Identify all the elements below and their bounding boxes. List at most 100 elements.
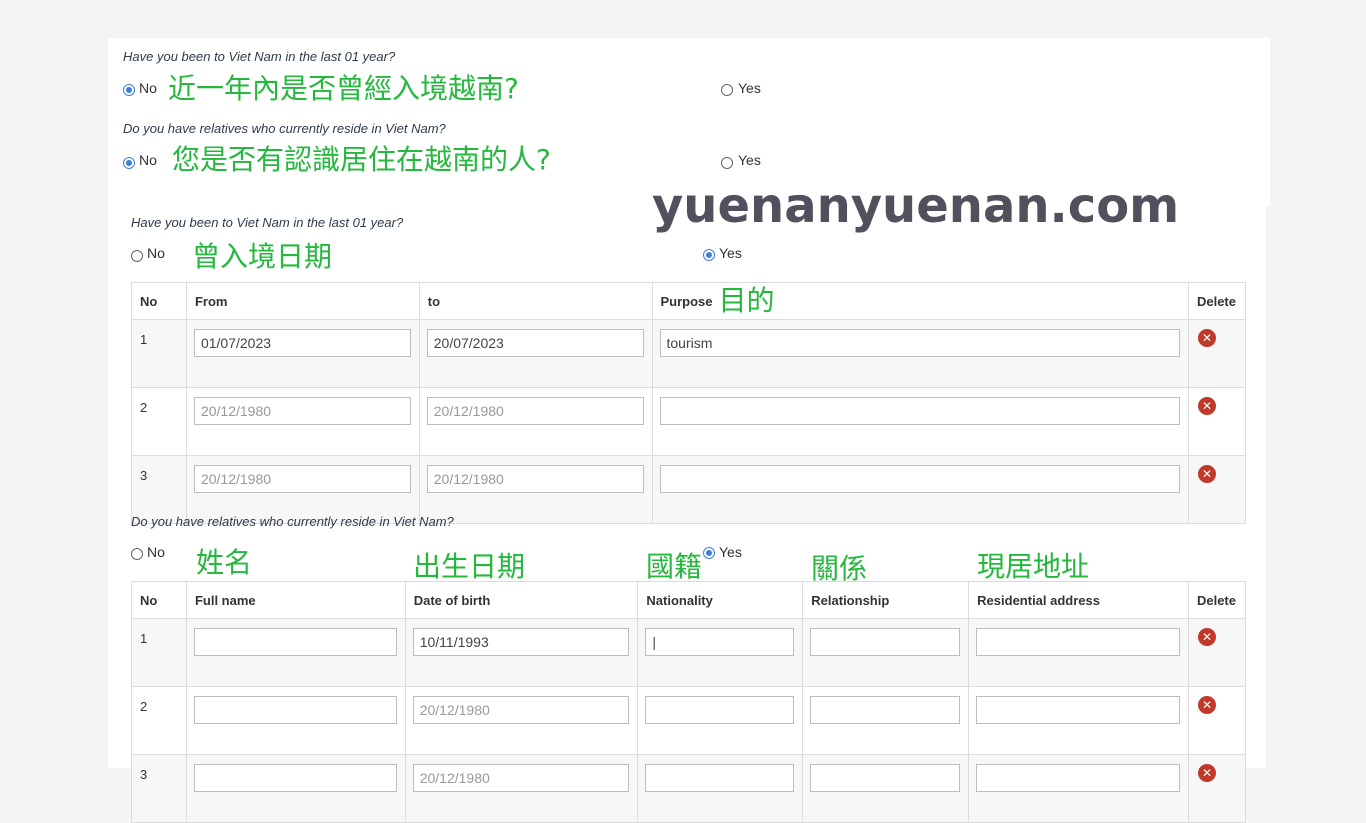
annotation-date-of-birth: 出生日期 — [413, 550, 526, 583]
top-relatives-no-label: No — [139, 152, 157, 168]
top-visited-yes-label: Yes — [738, 80, 761, 96]
nationality-input[interactable] — [645, 764, 795, 792]
top-relatives-yes-label: Yes — [738, 152, 761, 168]
circle-x-icon[interactable]: ✕ — [1197, 397, 1216, 415]
nationality-cell — [637, 754, 804, 823]
visits-table: No From to Purpose目的 Delete 1 ✕ 2 ✕ 3 ✕ — [131, 282, 1247, 524]
visits-no-label: No — [147, 245, 165, 261]
purpose-cell — [651, 455, 1189, 524]
top-visited-yes-radio[interactable] — [721, 84, 733, 96]
col-to: to — [418, 282, 653, 320]
purpose-cell — [651, 319, 1189, 388]
visits-no-radio[interactable] — [131, 250, 143, 262]
col-nationality: Nationality — [637, 581, 804, 619]
visits-question: Have you been to Viet Nam in the last 01… — [131, 215, 404, 230]
visits-yes-radio[interactable] — [703, 249, 715, 261]
to-date-input[interactable] — [426, 329, 644, 357]
col-address: Residential address — [968, 581, 1189, 619]
delete-cell: ✕ — [1187, 319, 1247, 388]
from-date-input[interactable] — [193, 465, 411, 493]
address-cell — [968, 754, 1189, 823]
annotation-address: 現居地址 — [977, 550, 1090, 583]
top-visited-no-radio[interactable] — [123, 84, 135, 96]
purpose-input[interactable] — [659, 329, 1180, 357]
date-of-birth-input[interactable] — [412, 628, 630, 656]
purpose-input[interactable] — [659, 465, 1180, 493]
annotation-relationship: 關係 — [811, 552, 868, 585]
relatives-yes-radio[interactable] — [703, 547, 715, 559]
date-of-birth-input[interactable] — [412, 696, 630, 724]
top-question-relatives: Do you have relatives who currently resi… — [123, 121, 446, 136]
relatives-header-row: No Full name Date of birth Nationality R… — [131, 581, 1247, 619]
relationship-input[interactable] — [810, 628, 961, 656]
full-name-input[interactable] — [193, 764, 397, 792]
table-row: 2 ✕ — [131, 387, 1247, 456]
from-date-input[interactable] — [193, 397, 411, 425]
purpose-input[interactable] — [659, 397, 1180, 425]
from-date-input[interactable] — [193, 329, 411, 357]
col-purpose: Purpose 目的 — [651, 282, 1189, 320]
from-cell — [185, 387, 420, 456]
relationship-input[interactable] — [810, 764, 961, 792]
circle-x-icon[interactable]: ✕ — [1197, 329, 1216, 347]
nationality-input[interactable] — [645, 696, 795, 724]
delete-cell: ✕ — [1187, 686, 1247, 755]
annotation-visited: 近一年內是否曾經入境越南? — [168, 72, 519, 105]
relatives-question: Do you have relatives who currently resi… — [131, 514, 454, 529]
delete-cell: ✕ — [1187, 754, 1247, 823]
row-number: 2 — [131, 387, 187, 456]
table-row: 1 ✕ — [131, 319, 1247, 388]
relationship-input[interactable] — [810, 696, 961, 724]
watermark: yuenanyuenan.com — [652, 178, 1180, 234]
circle-x-icon[interactable]: ✕ — [1197, 696, 1216, 714]
to-date-input[interactable] — [426, 397, 644, 425]
dob-cell — [404, 686, 639, 755]
from-cell — [185, 319, 420, 388]
annotation-relatives: 您是否有認識居住在越南的人? — [172, 143, 551, 176]
row-number: 3 — [131, 754, 187, 823]
row-number: 1 — [131, 618, 187, 687]
top-relatives-yes-radio[interactable] — [721, 157, 733, 169]
circle-x-icon[interactable]: ✕ — [1197, 764, 1216, 782]
row-number: 2 — [131, 686, 187, 755]
relatives-no-radio[interactable] — [131, 548, 143, 560]
relationship-cell — [802, 686, 970, 755]
table-row: 1 ✕ — [131, 618, 1247, 687]
address-input[interactable] — [976, 764, 1180, 792]
relatives-yes-label: Yes — [719, 544, 742, 560]
relationship-cell — [802, 754, 970, 823]
col-full-name: Full name — [185, 581, 406, 619]
top-question-visited: Have you been to Viet Nam in the last 01… — [123, 49, 396, 64]
annotation-full-name: 姓名 — [196, 546, 253, 579]
visits-yes-label: Yes — [719, 245, 742, 261]
address-input[interactable] — [976, 628, 1180, 656]
to-date-input[interactable] — [426, 465, 644, 493]
dob-cell — [404, 754, 639, 823]
nationality-cell — [637, 686, 804, 755]
circle-x-icon[interactable]: ✕ — [1197, 465, 1216, 483]
col-relationship: Relationship — [802, 581, 970, 619]
address-cell — [968, 686, 1189, 755]
relatives-table: No Full name Date of birth Nationality R… — [131, 581, 1247, 823]
circle-x-icon[interactable]: ✕ — [1197, 628, 1216, 646]
address-input[interactable] — [976, 696, 1180, 724]
top-relatives-no-radio[interactable] — [123, 157, 135, 169]
full-name-input[interactable] — [193, 696, 397, 724]
annotation-nationality: 國籍 — [646, 550, 703, 583]
col-no: No — [131, 282, 187, 320]
delete-cell: ✕ — [1187, 455, 1247, 524]
full-name-cell — [185, 686, 406, 755]
delete-cell: ✕ — [1187, 387, 1247, 456]
to-cell — [418, 319, 653, 388]
row-number: 1 — [131, 319, 187, 388]
delete-cell: ✕ — [1187, 618, 1247, 687]
full-name-input[interactable] — [193, 628, 397, 656]
nationality-cell — [637, 618, 804, 687]
nationality-input[interactable] — [645, 628, 795, 656]
date-of-birth-input[interactable] — [412, 764, 630, 792]
full-name-cell — [185, 754, 406, 823]
address-cell — [968, 618, 1189, 687]
full-name-cell — [185, 618, 406, 687]
col-purpose-label: Purpose — [660, 294, 713, 309]
col-date-of-birth: Date of birth — [404, 581, 639, 619]
